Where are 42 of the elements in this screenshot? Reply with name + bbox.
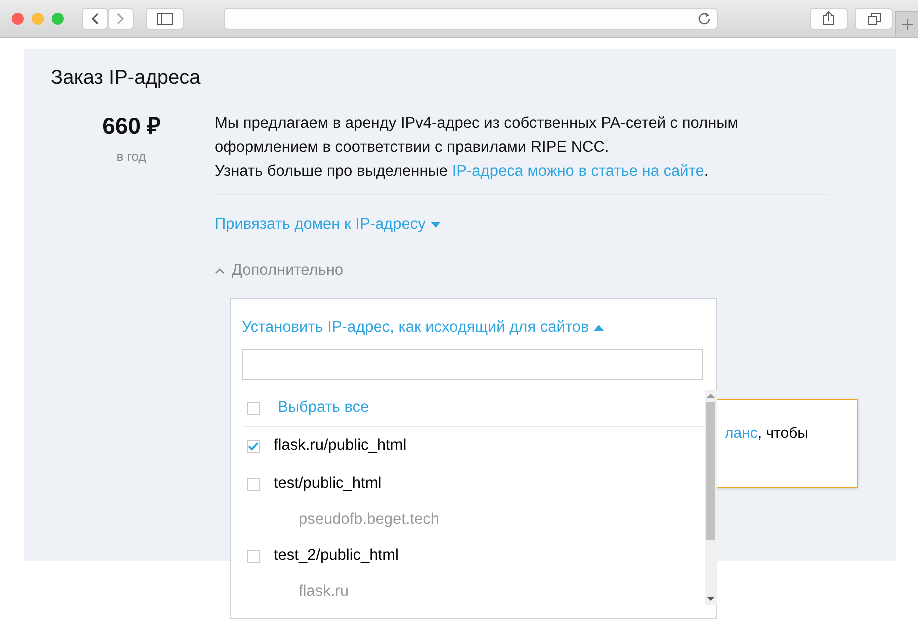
description-text: Мы предлагаем в аренду IPv4-адрес из собственных PA-сетей с полным оформлением в соответствии с правилами RIPE NCC. Узнать больше про выделенные IP-адреса можно в статье на сайте. <box>215 114 740 182</box>
share-button[interactable] <box>810 8 848 30</box>
tabs-icon <box>868 12 880 24</box>
close-icon[interactable] <box>12 12 24 24</box>
caret-icon <box>430 222 441 228</box>
back-button[interactable] <box>82 8 108 30</box>
outgoing-ip-toggle[interactable]: Установить IP-адрес, как исходящий для сайтов <box>242 319 604 337</box>
share-icon <box>823 11 835 26</box>
article-link[interactable]: IP-адреса можно в статье на сайте <box>452 163 704 180</box>
reload-icon[interactable] <box>698 12 711 25</box>
price: 660 ₽ <box>102 112 160 141</box>
site-label: test_2/public_html <box>274 547 399 565</box>
chevron-icon <box>215 268 225 274</box>
scrollbar[interactable] <box>705 390 717 605</box>
tabs-button[interactable] <box>855 8 893 30</box>
site-label: test/public_html <box>274 475 382 493</box>
address-field[interactable] <box>224 8 718 30</box>
checkbox[interactable] <box>247 440 260 452</box>
chevron-left-icon <box>91 12 99 24</box>
balance-link[interactable]: ланс <box>725 425 758 442</box>
domain-label: pseudofb.beget.tech <box>299 511 440 529</box>
domain-label: flask.ru <box>299 583 349 601</box>
site-label: flask.ru/public_html <box>274 437 407 455</box>
select-all-link[interactable]: Выбрать все <box>278 399 370 417</box>
search-field[interactable] <box>242 349 703 380</box>
page-title: Заказ IP-адреса <box>51 67 202 90</box>
sidebar-button[interactable] <box>146 8 184 30</box>
bind-domain-link[interactable]: Привязать домен к IP-адресу <box>215 213 441 237</box>
advanced-toggle[interactable]: Дополнительно <box>215 259 344 283</box>
chevron-right-icon <box>117 12 125 24</box>
checkbox[interactable] <box>247 550 260 562</box>
sidebar-icon <box>157 12 173 24</box>
checkbox[interactable] <box>247 478 260 490</box>
plus-icon <box>902 19 912 30</box>
minimize-icon[interactable] <box>32 12 44 24</box>
checkmark-icon <box>248 442 259 450</box>
price-period: в год <box>116 149 146 164</box>
notice-text: ланс, чтобы <box>725 425 808 442</box>
maximize-icon[interactable] <box>52 12 64 24</box>
new-tab-button[interactable] <box>895 11 918 37</box>
caret-icon <box>594 325 604 331</box>
checkbox[interactable] <box>247 402 260 414</box>
